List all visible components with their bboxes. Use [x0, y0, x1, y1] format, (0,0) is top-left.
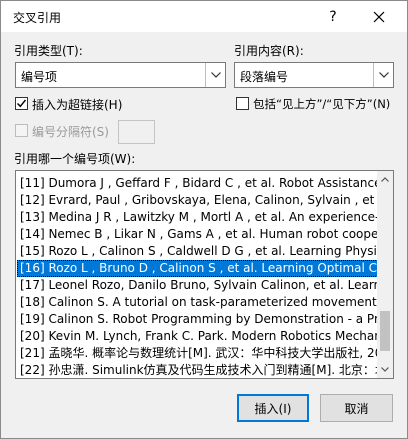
- cross-reference-dialog: 交叉引用 ? 引用类型(T): 编号项 引用内容(R): 段落编号 插入为超链接…: [0, 0, 408, 439]
- close-button[interactable]: [359, 1, 399, 32]
- chevron-down-icon[interactable]: [205, 63, 225, 87]
- dialog-title: 交叉引用: [13, 11, 62, 25]
- list-scrollbar[interactable]: [377, 171, 393, 378]
- list-item[interactable]: [12] Evrard, Paul , Gribovskaya, Elena, …: [17, 192, 378, 209]
- list-item[interactable]: [11] Dumora J , Geffard F , Bidard C , e…: [17, 175, 378, 192]
- list-item[interactable]: [21] 孟晓华. 概率论与数理统计[M]. 武汉：华中科技大学出版社, 201…: [17, 345, 378, 362]
- insert-hyperlink-label: 插入为超链接(H): [32, 98, 123, 112]
- listbox-items: [11] Dumora J , Geffard F , Bidard C , e…: [17, 172, 378, 377]
- list-item[interactable]: [18] Calinon S. A tutorial on task-param…: [17, 294, 378, 311]
- scroll-up-arrow-icon[interactable]: [377, 171, 393, 188]
- reference-type-dropdown[interactable]: 编号项: [15, 62, 226, 88]
- reference-content-label: 引用内容(R):: [234, 44, 304, 58]
- insert-button[interactable]: 插入(I): [237, 394, 309, 422]
- checkmark-icon: [17, 99, 27, 108]
- scrollbar-thumb[interactable]: [380, 311, 390, 351]
- list-item[interactable]: [20] Kevin M. Lynch, Frank C. Park. Mode…: [17, 328, 378, 345]
- chevron-down-icon[interactable]: [373, 63, 393, 87]
- reference-content-dropdown[interactable]: 段落编号: [234, 62, 394, 88]
- list-item[interactable]: [14] Nemec B , Likar N , Gams A , et al.…: [17, 226, 378, 243]
- numbered-item-listbox[interactable]: [11] Dumora J , Geffard F , Bidard C , e…: [15, 170, 394, 379]
- include-above-below-label: 包括“见上方”/“见下方”(N): [253, 97, 391, 111]
- title-bar: 交叉引用 ?: [1, 1, 407, 32]
- list-item[interactable]: [17] Leonel Rozo, Danilo Bruno, Sylvain …: [17, 277, 378, 294]
- list-item[interactable]: [19] Calinon S. Robot Programming by Dem…: [17, 311, 378, 328]
- numbered-item-list-label: 引用哪一个编号项(W):: [14, 152, 136, 166]
- cancel-button[interactable]: 取消: [320, 394, 393, 422]
- number-separator-label: 编号分隔符(S): [32, 125, 109, 139]
- help-icon: ?: [329, 8, 337, 25]
- reference-type-label: 引用类型(T):: [14, 44, 83, 58]
- number-separator-input[interactable]: [118, 120, 155, 144]
- close-icon: [373, 11, 385, 22]
- number-separator-checkbox[interactable]: [15, 124, 28, 137]
- list-item[interactable]: [15] Rozo L , Calinon S , Caldwell D G ,…: [17, 243, 378, 260]
- include-above-below-checkbox[interactable]: [236, 97, 249, 110]
- list-item-selected[interactable]: [16] Rozo L , Bruno D , Calinon S , et a…: [17, 260, 378, 277]
- reference-content-value: 段落编号: [240, 70, 289, 84]
- reference-type-value: 编号项: [21, 70, 58, 84]
- scroll-down-arrow-icon[interactable]: [377, 361, 393, 378]
- list-item[interactable]: [22] 孙忠潇. Simulink仿真及代码生成技术入门到精通[M]. 北京：…: [17, 362, 378, 377]
- help-button[interactable]: ?: [315, 1, 351, 32]
- insert-hyperlink-checkbox[interactable]: [15, 97, 28, 110]
- list-item[interactable]: [13] Medina J R , Lawitzky M , Mortl A ,…: [17, 209, 378, 226]
